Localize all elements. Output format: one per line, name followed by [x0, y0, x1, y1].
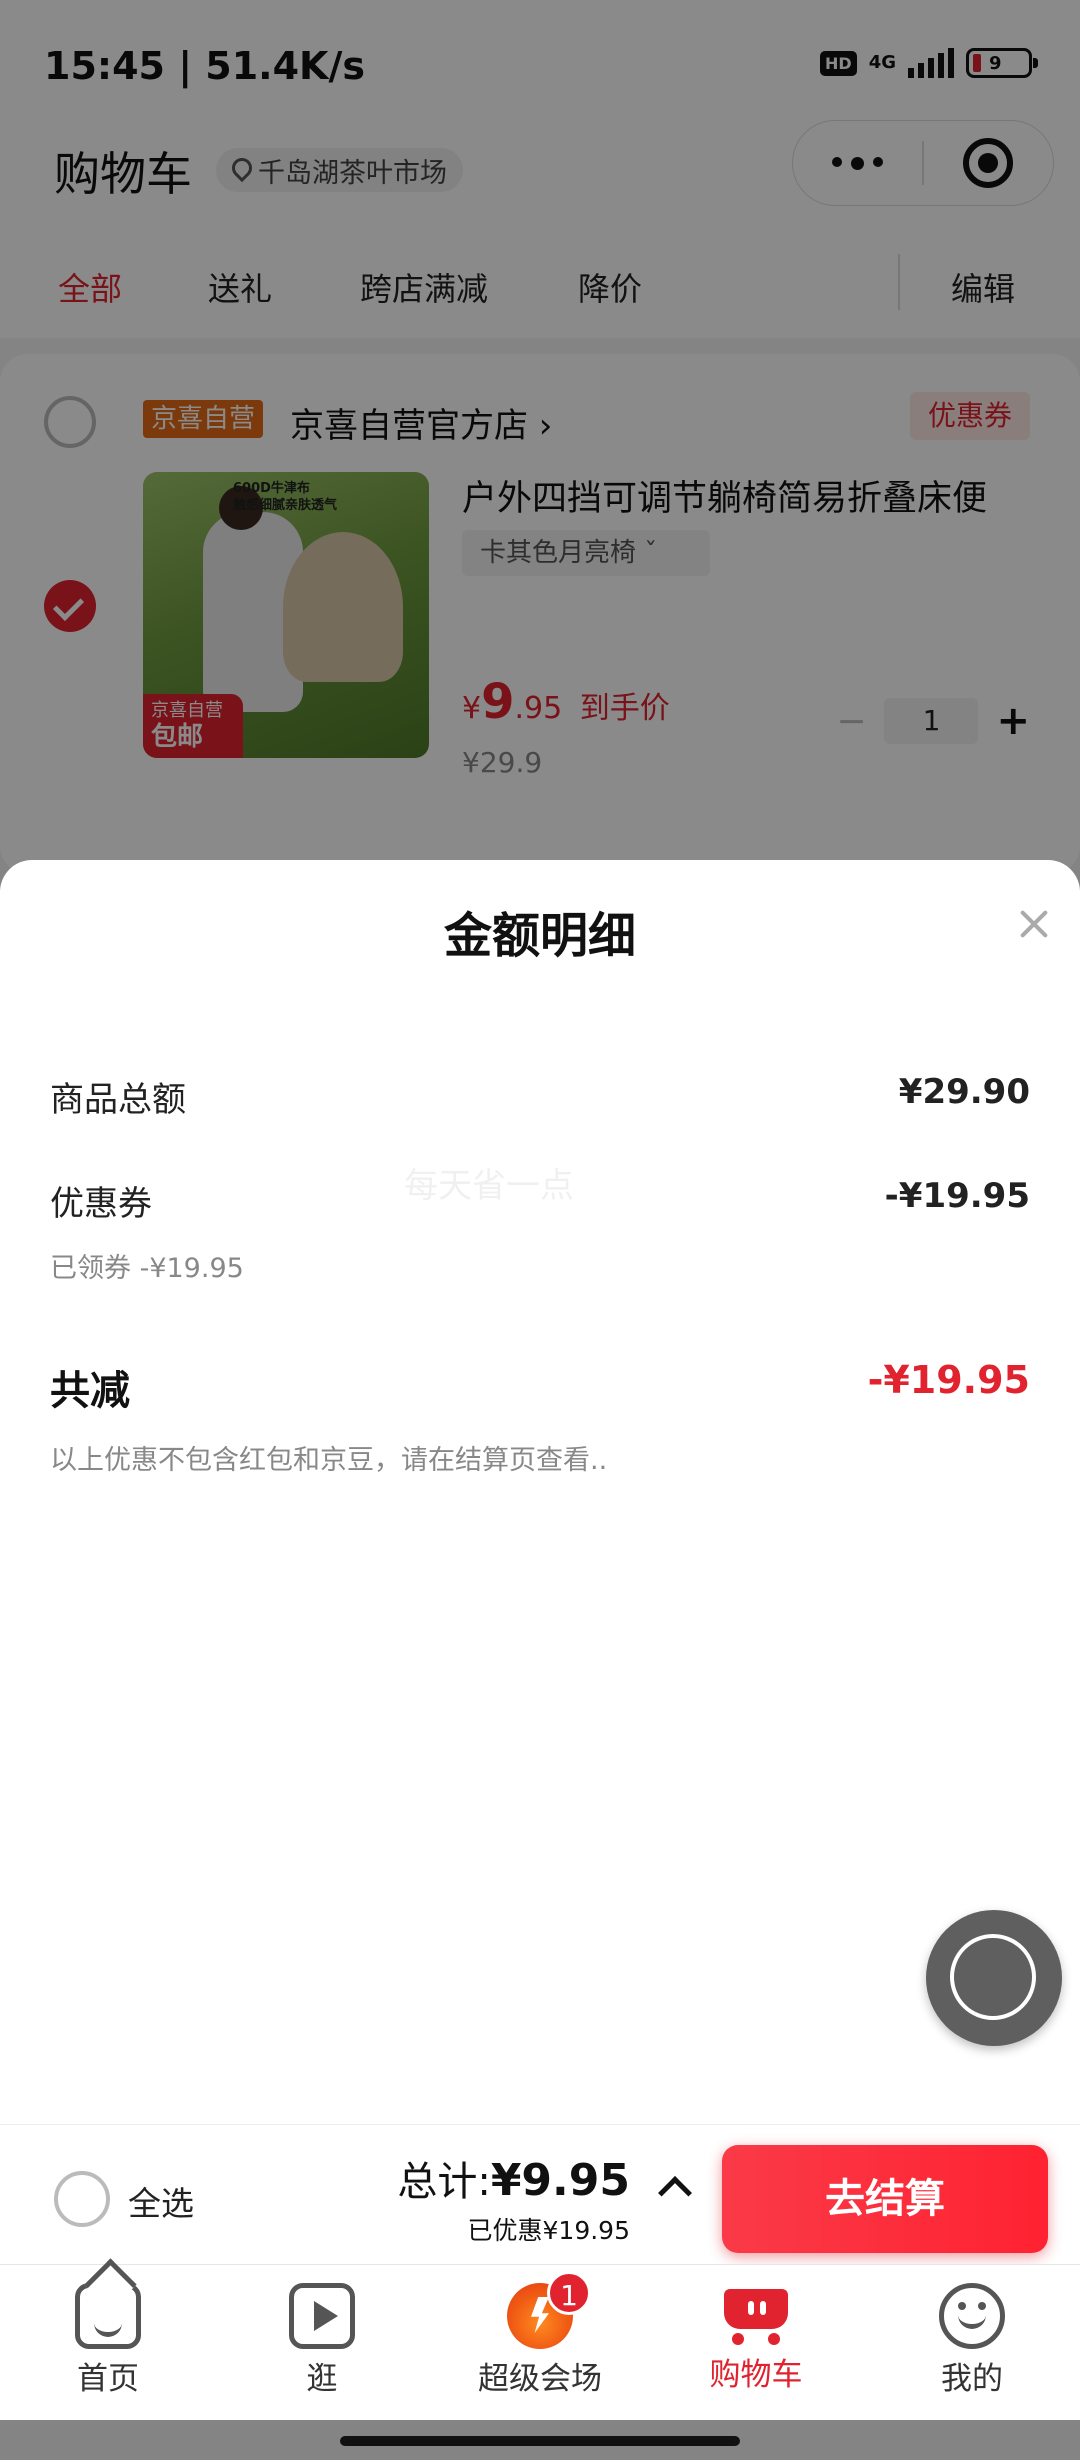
chevron-up-icon[interactable] [658, 2176, 692, 2210]
nav-browse[interactable]: 逛 [242, 2283, 402, 2398]
nav-super-venue[interactable]: 1 超级会场 [460, 2271, 620, 2398]
nav-browse-label: 逛 [306, 2361, 338, 2397]
nav-me[interactable]: 我的 [892, 2283, 1052, 2398]
coupon-label: 优惠券 [50, 1184, 152, 1224]
total-amount: ¥9.95 [490, 2155, 630, 2206]
home-indicator [340, 2436, 740, 2446]
total-price: 总计:¥9.95 [397, 2149, 630, 2207]
notification-badge: 1 [547, 2271, 591, 2315]
checkout-button[interactable]: 去结算 [722, 2145, 1048, 2253]
nav-home[interactable]: 首页 [28, 2283, 188, 2398]
total-discount-label: 共减 [50, 1368, 130, 1414]
select-all-label[interactable]: 全选 [128, 2177, 194, 2225]
bottom-tab-bar: 首页 逛 1 超级会场 购物车 我的 [0, 2264, 1080, 2420]
total-prefix: 总计: [397, 2159, 491, 2205]
coupon-value: -¥19.95 [884, 1176, 1030, 1216]
total-discount-value: -¥19.95 [867, 1358, 1030, 1402]
coupon-note: 已领券 -¥19.95 [50, 1253, 244, 1284]
saved-amount: 已优惠¥19.95 [467, 2216, 630, 2245]
nav-me-label: 我的 [941, 2361, 1003, 2397]
flame-icon: 1 [507, 2271, 591, 2349]
close-icon[interactable] [1014, 904, 1054, 944]
nav-super-venue-label: 超级会场 [478, 2361, 602, 2397]
watermark: 每天省一点 [404, 1166, 574, 1206]
nav-home-label: 首页 [77, 2361, 139, 2397]
video-icon [289, 2283, 355, 2349]
sheet-title: 金额明细 [443, 908, 636, 964]
nav-cart[interactable]: 购物车 [676, 2283, 836, 2394]
select-all-radio[interactable] [54, 2171, 110, 2227]
amount-details-sheet: 金额明细 商品总额 ¥29.90 每天省一点 优惠券 -¥19.95 已领券 -… [0, 860, 1080, 2124]
goods-total-value: ¥29.90 [898, 1072, 1030, 1112]
cart-icon [718, 2283, 794, 2345]
nav-cart-label: 购物车 [709, 2357, 803, 2393]
goods-total-label: 商品总额 [50, 1080, 186, 1120]
checkout-bar: 全选 总计:¥9.95 已优惠¥19.95 去结算 [0, 2124, 1080, 2264]
home-icon [75, 2283, 141, 2349]
smiley-icon [939, 2283, 1005, 2349]
discount-disclaimer: 以上优惠不包含红包和京豆，请在结算页查看.. [50, 1445, 608, 1476]
floating-assistant-button[interactable] [926, 1910, 1062, 2046]
